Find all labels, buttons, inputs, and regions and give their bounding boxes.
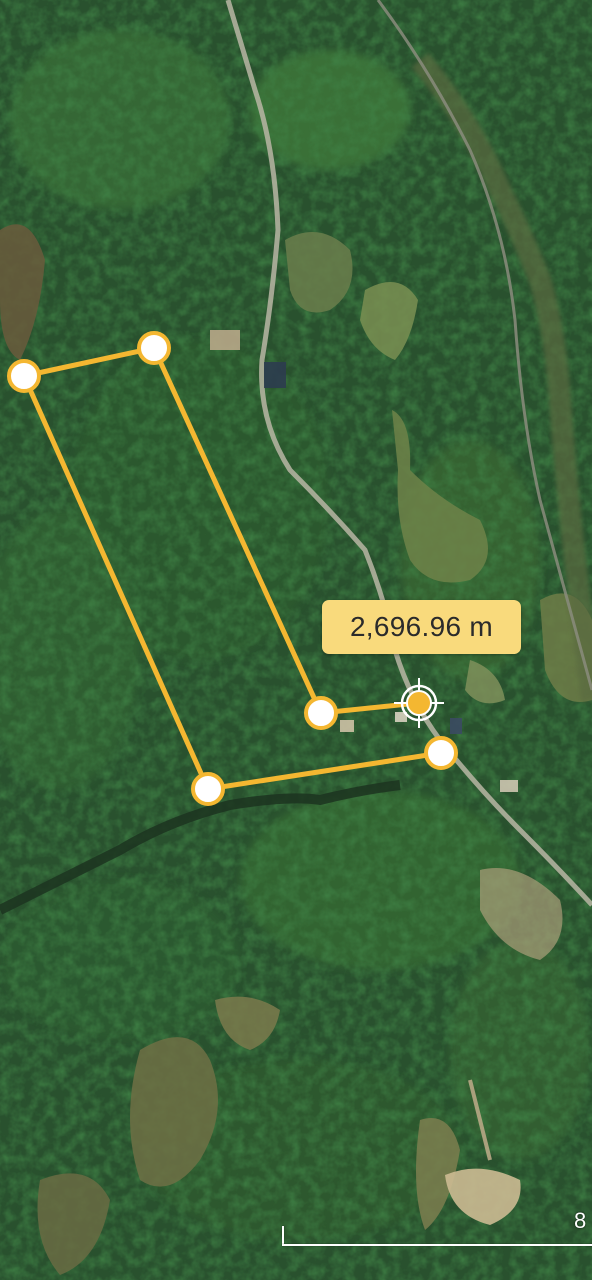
scale-tick xyxy=(282,1226,284,1246)
distance-label: 2,696.96 m xyxy=(322,600,521,654)
vertex-handle[interactable] xyxy=(137,331,171,365)
map-view[interactable]: 2,696.96 m 8 xyxy=(0,0,592,1280)
vertex-handle[interactable] xyxy=(7,359,41,393)
vertex-handle[interactable] xyxy=(424,736,458,770)
scale-label: 8 xyxy=(574,1208,587,1233)
scale-line xyxy=(282,1244,592,1246)
vertex-handle[interactable] xyxy=(191,772,225,806)
scale-bar: 8 xyxy=(282,1208,592,1246)
vertex-handle[interactable] xyxy=(304,696,338,730)
